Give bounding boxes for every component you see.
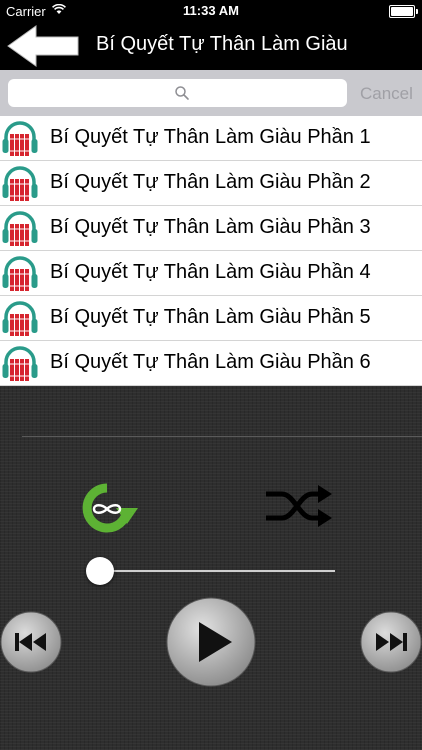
repeat-infinite-icon[interactable] <box>72 480 142 536</box>
shuffle-icon[interactable] <box>264 482 334 530</box>
search-icon <box>175 86 189 100</box>
list-item[interactable]: Bí Quyết Tự Thân Làm Giàu Phần 6 <box>0 341 422 386</box>
list-item[interactable]: Bí Quyết Tự Thân Làm Giàu Phần 5 <box>0 296 422 341</box>
battery-icon <box>389 5 418 18</box>
list-item[interactable]: Bí Quyết Tự Thân Làm Giàu Phần 4 <box>0 251 422 296</box>
track-list: Bí Quyết Tự Thân Làm Giàu Phần 1 Bí Quyế… <box>0 116 422 386</box>
back-arrow-icon[interactable] <box>6 24 82 68</box>
status-time: 11:33 AM <box>183 3 239 18</box>
headphones-book-icon <box>2 166 38 201</box>
list-item[interactable]: Bí Quyết Tự Thân Làm Giàu Phần 3 <box>0 206 422 251</box>
next-track-icon[interactable] <box>360 611 422 673</box>
track-label: Bí Quyết Tự Thân Làm Giàu Phần 5 <box>50 306 371 328</box>
headphones-book-icon <box>2 346 38 381</box>
progress-track[interactable] <box>100 570 335 572</box>
progress-slider-thumb[interactable] <box>86 557 114 585</box>
track-label: Bí Quyết Tự Thân Làm Giàu Phần 1 <box>50 126 371 148</box>
play-icon[interactable] <box>166 597 256 687</box>
headphones-book-icon <box>2 256 38 291</box>
navigation-bar: Bí Quyết Tự Thân Làm Giàu <box>0 22 422 70</box>
track-label: Bí Quyết Tự Thân Làm Giàu Phần 4 <box>50 261 371 283</box>
list-item[interactable]: Bí Quyết Tự Thân Làm Giàu Phần 2 <box>0 161 422 206</box>
headphones-book-icon <box>2 211 38 246</box>
track-label: Bí Quyết Tự Thân Làm Giàu Phần 2 <box>50 171 371 193</box>
track-label: Bí Quyết Tự Thân Làm Giàu Phần 3 <box>50 216 371 238</box>
page-title: Bí Quyết Tự Thân Làm Giàu <box>96 33 348 55</box>
list-item[interactable]: Bí Quyết Tự Thân Làm Giàu Phần 1 <box>0 116 422 161</box>
search-field[interactable] <box>8 79 347 107</box>
track-label: Bí Quyết Tự Thân Làm Giàu Phần 6 <box>50 351 371 373</box>
previous-track-icon[interactable] <box>0 611 62 673</box>
headphones-book-icon <box>2 301 38 336</box>
headphones-book-icon <box>2 121 38 156</box>
search-bar: Cancel <box>0 70 422 116</box>
player-divider <box>22 436 422 437</box>
cancel-button[interactable]: Cancel <box>360 84 413 104</box>
status-bar: Carrier 11:33 AM <box>0 0 422 22</box>
